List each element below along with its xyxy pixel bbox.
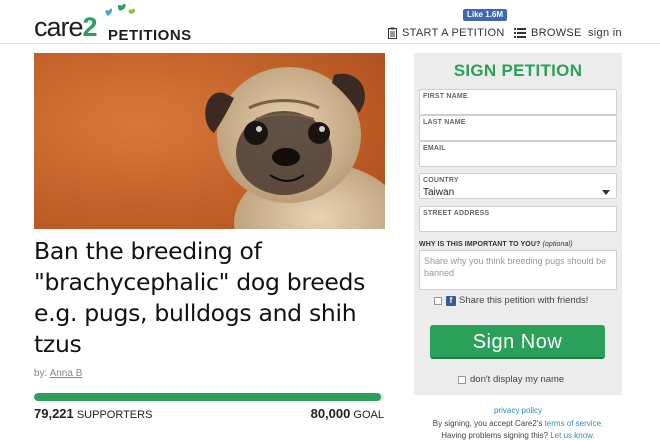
dont-display-row[interactable]: don't display my name: [458, 374, 564, 385]
byline: by: Anna B: [34, 368, 82, 379]
why-important-label: WHY IS THIS IMPORTANT TO YOU? (optional): [419, 241, 573, 248]
progress-bar: [34, 393, 384, 401]
clipboard-icon: [388, 27, 397, 39]
country-value: Taiwan: [423, 187, 455, 198]
why-important-textarea[interactable]: Share why you think breeding pugs should…: [419, 250, 617, 290]
start-petition-label: START A PETITION: [402, 27, 505, 39]
problems-text: Having problems signing this? Let us kno…: [414, 431, 622, 440]
dont-display-label: don't display my name: [470, 374, 565, 385]
browse-label: BROWSE: [531, 27, 582, 39]
why-label-text: WHY IS THIS IMPORTANT TO YOU?: [419, 241, 541, 248]
email-field[interactable]: EMAIL: [419, 141, 617, 167]
street-address-label: STREET ADDRESS: [423, 210, 490, 217]
sign-petition-panel: SIGN PETITION FIRST NAME LAST NAME EMAIL…: [414, 53, 622, 395]
chevron-down-icon: [602, 190, 610, 195]
first-name-label: FIRST NAME: [423, 93, 468, 100]
facebook-like-button[interactable]: Like 1.6M: [463, 9, 508, 21]
country-select[interactable]: COUNTRY Taiwan: [419, 173, 617, 199]
supporters-count: 79,221 SUPPORTERS: [34, 406, 152, 421]
goal-count: 80,000 GOAL: [311, 406, 384, 421]
sign-petition-heading: SIGN PETITION: [453, 61, 583, 80]
sign-now-button[interactable]: Sign Now: [430, 325, 605, 359]
consent-prefix: By signing, you accept Care2's: [432, 419, 543, 428]
why-optional-text: (optional): [542, 241, 573, 248]
supporters-label: SUPPORTERS: [76, 409, 153, 421]
consent-text: By signing, you accept Care2's terms of …: [414, 419, 622, 428]
petition-hero-image: [34, 53, 385, 229]
let-us-know-link[interactable]: Let us know.: [550, 431, 594, 440]
start-petition-link[interactable]: START A PETITION: [388, 27, 505, 39]
goal-number: 80,000: [310, 406, 351, 421]
care2-logo[interactable]: care 2: [34, 3, 136, 42]
list-icon: [514, 28, 526, 38]
top-bar: care 2 PETITIONS Like 1.6M START A PETITI…: [0, 0, 660, 44]
email-label: EMAIL: [423, 145, 446, 152]
supporters-number: 79,221: [34, 406, 74, 421]
petition-title: Ban the breeding of "brachycephalic" dog…: [34, 237, 366, 358]
progress-fill: [34, 393, 381, 401]
dont-display-checkbox[interactable]: [458, 375, 466, 384]
logo-petitions-text: PETITIONS: [108, 27, 192, 44]
share-checkbox[interactable]: [434, 296, 442, 305]
privacy-policy-link[interactable]: privacy policy: [414, 406, 622, 415]
facebook-icon: f: [446, 295, 456, 306]
logo-2-text: 2: [82, 12, 98, 42]
terms-of-service-link[interactable]: terms of service.: [545, 419, 604, 428]
author-link[interactable]: Anna B: [50, 368, 83, 379]
problems-prefix: Having problems signing this?: [441, 431, 548, 440]
last-name-field[interactable]: LAST NAME: [419, 115, 617, 141]
first-name-field[interactable]: FIRST NAME: [419, 89, 617, 115]
sign-in-link[interactable]: sign in: [588, 27, 622, 39]
butterflies-icon: [105, 3, 136, 16]
share-checkbox-row[interactable]: f Share this petition with friends!: [434, 295, 588, 306]
browse-link[interactable]: BROWSE: [514, 27, 582, 39]
street-address-field[interactable]: STREET ADDRESS: [419, 206, 617, 232]
byline-prefix: by:: [34, 368, 48, 379]
pug-photo: [34, 53, 385, 229]
goal-label: GOAL: [353, 409, 384, 421]
logo-care-text: care: [34, 12, 84, 42]
share-label: Share this petition with friends!: [459, 295, 589, 306]
country-label: COUNTRY: [423, 177, 459, 184]
last-name-label: LAST NAME: [423, 119, 466, 126]
